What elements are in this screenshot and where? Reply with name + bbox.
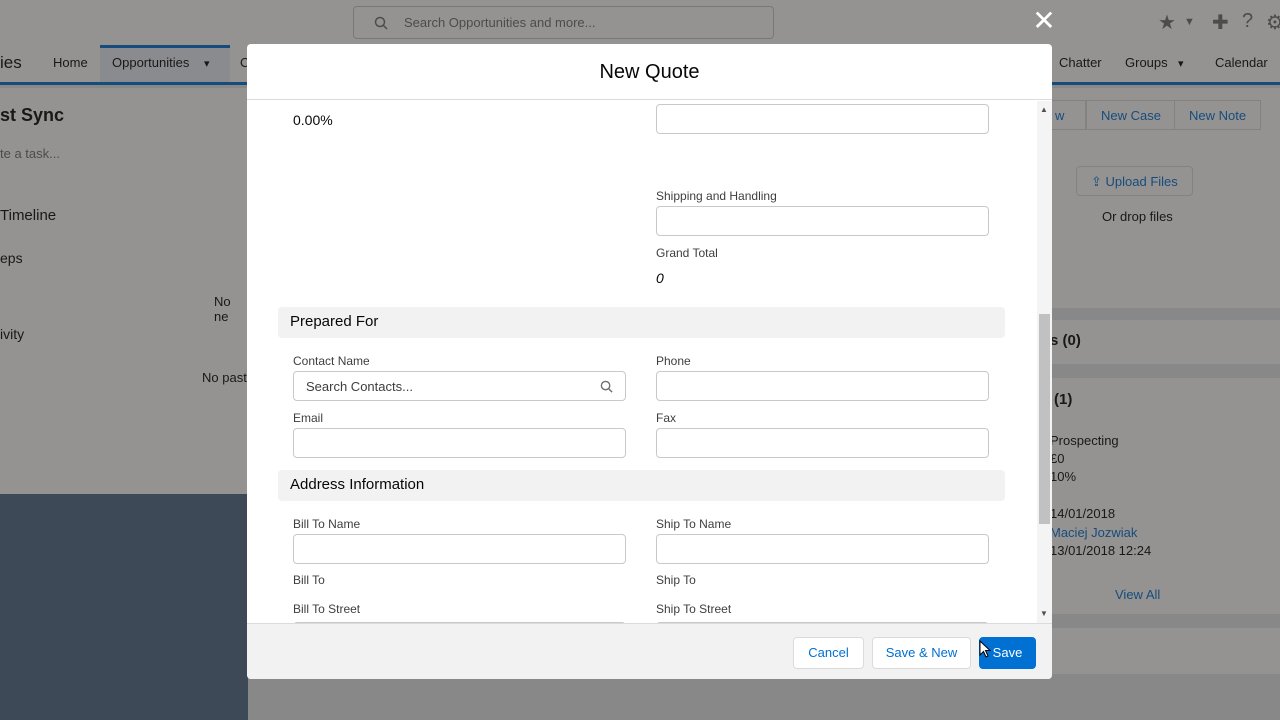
tax-input[interactable] bbox=[656, 104, 989, 134]
modal-body: 0.00% Shipping and Handling Grand Total … bbox=[247, 101, 1052, 623]
section-title: Prepared For bbox=[290, 313, 379, 330]
section-prepared-for[interactable]: Prepared For bbox=[278, 307, 1005, 338]
phone-label: Phone bbox=[656, 354, 691, 368]
scroll-up-arrow-icon[interactable]: ▲ bbox=[1040, 105, 1048, 114]
mouse-cursor-icon bbox=[979, 640, 991, 658]
modal-title: New Quote bbox=[599, 61, 700, 83]
bill-to-label: Bill To bbox=[293, 573, 325, 587]
scroll-down-arrow-icon[interactable]: ▼ bbox=[1040, 609, 1048, 618]
discount-value: 0.00% bbox=[293, 112, 333, 128]
bill-to-street-label: Bill To Street bbox=[293, 602, 361, 616]
fax-input[interactable] bbox=[656, 428, 989, 458]
email-label: Email bbox=[293, 411, 324, 425]
modal-footer: Cancel Save & New Save bbox=[247, 623, 1052, 679]
shipping-input[interactable] bbox=[656, 206, 989, 236]
modal-close-icon[interactable]: ✕ bbox=[1031, 7, 1057, 35]
fax-label: Fax bbox=[656, 411, 677, 425]
contact-name-lookup[interactable]: Search Contacts... bbox=[293, 371, 626, 401]
email-input[interactable] bbox=[293, 428, 626, 458]
shipping-label: Shipping and Handling bbox=[656, 189, 777, 203]
modal-header: New Quote bbox=[247, 44, 1052, 100]
ship-to-name-label: Ship To Name bbox=[656, 517, 732, 531]
ship-to-name-input[interactable] bbox=[656, 534, 989, 564]
ship-to-label: Ship To bbox=[656, 573, 696, 587]
contact-name-label: Contact Name bbox=[293, 354, 370, 368]
ship-to-street-label: Ship To Street bbox=[656, 602, 732, 616]
modal-scrollbar-thumb[interactable] bbox=[1039, 314, 1050, 524]
bill-to-name-input[interactable] bbox=[293, 534, 626, 564]
cancel-button[interactable]: Cancel bbox=[793, 637, 864, 669]
section-title: Address Information bbox=[290, 476, 425, 493]
contact-search-placeholder: Search Contacts... bbox=[306, 379, 413, 394]
grand-total-value: 0 bbox=[656, 270, 664, 286]
bill-to-name-label: Bill To Name bbox=[293, 517, 361, 531]
section-address-information[interactable]: Address Information bbox=[278, 470, 1005, 501]
phone-input[interactable] bbox=[656, 371, 989, 401]
search-icon bbox=[600, 380, 613, 393]
new-quote-modal: New Quote 0.00% Shipping and Handling Gr… bbox=[247, 44, 1052, 679]
grand-total-label: Grand Total bbox=[656, 246, 718, 260]
save-and-new-button[interactable]: Save & New bbox=[872, 637, 971, 669]
